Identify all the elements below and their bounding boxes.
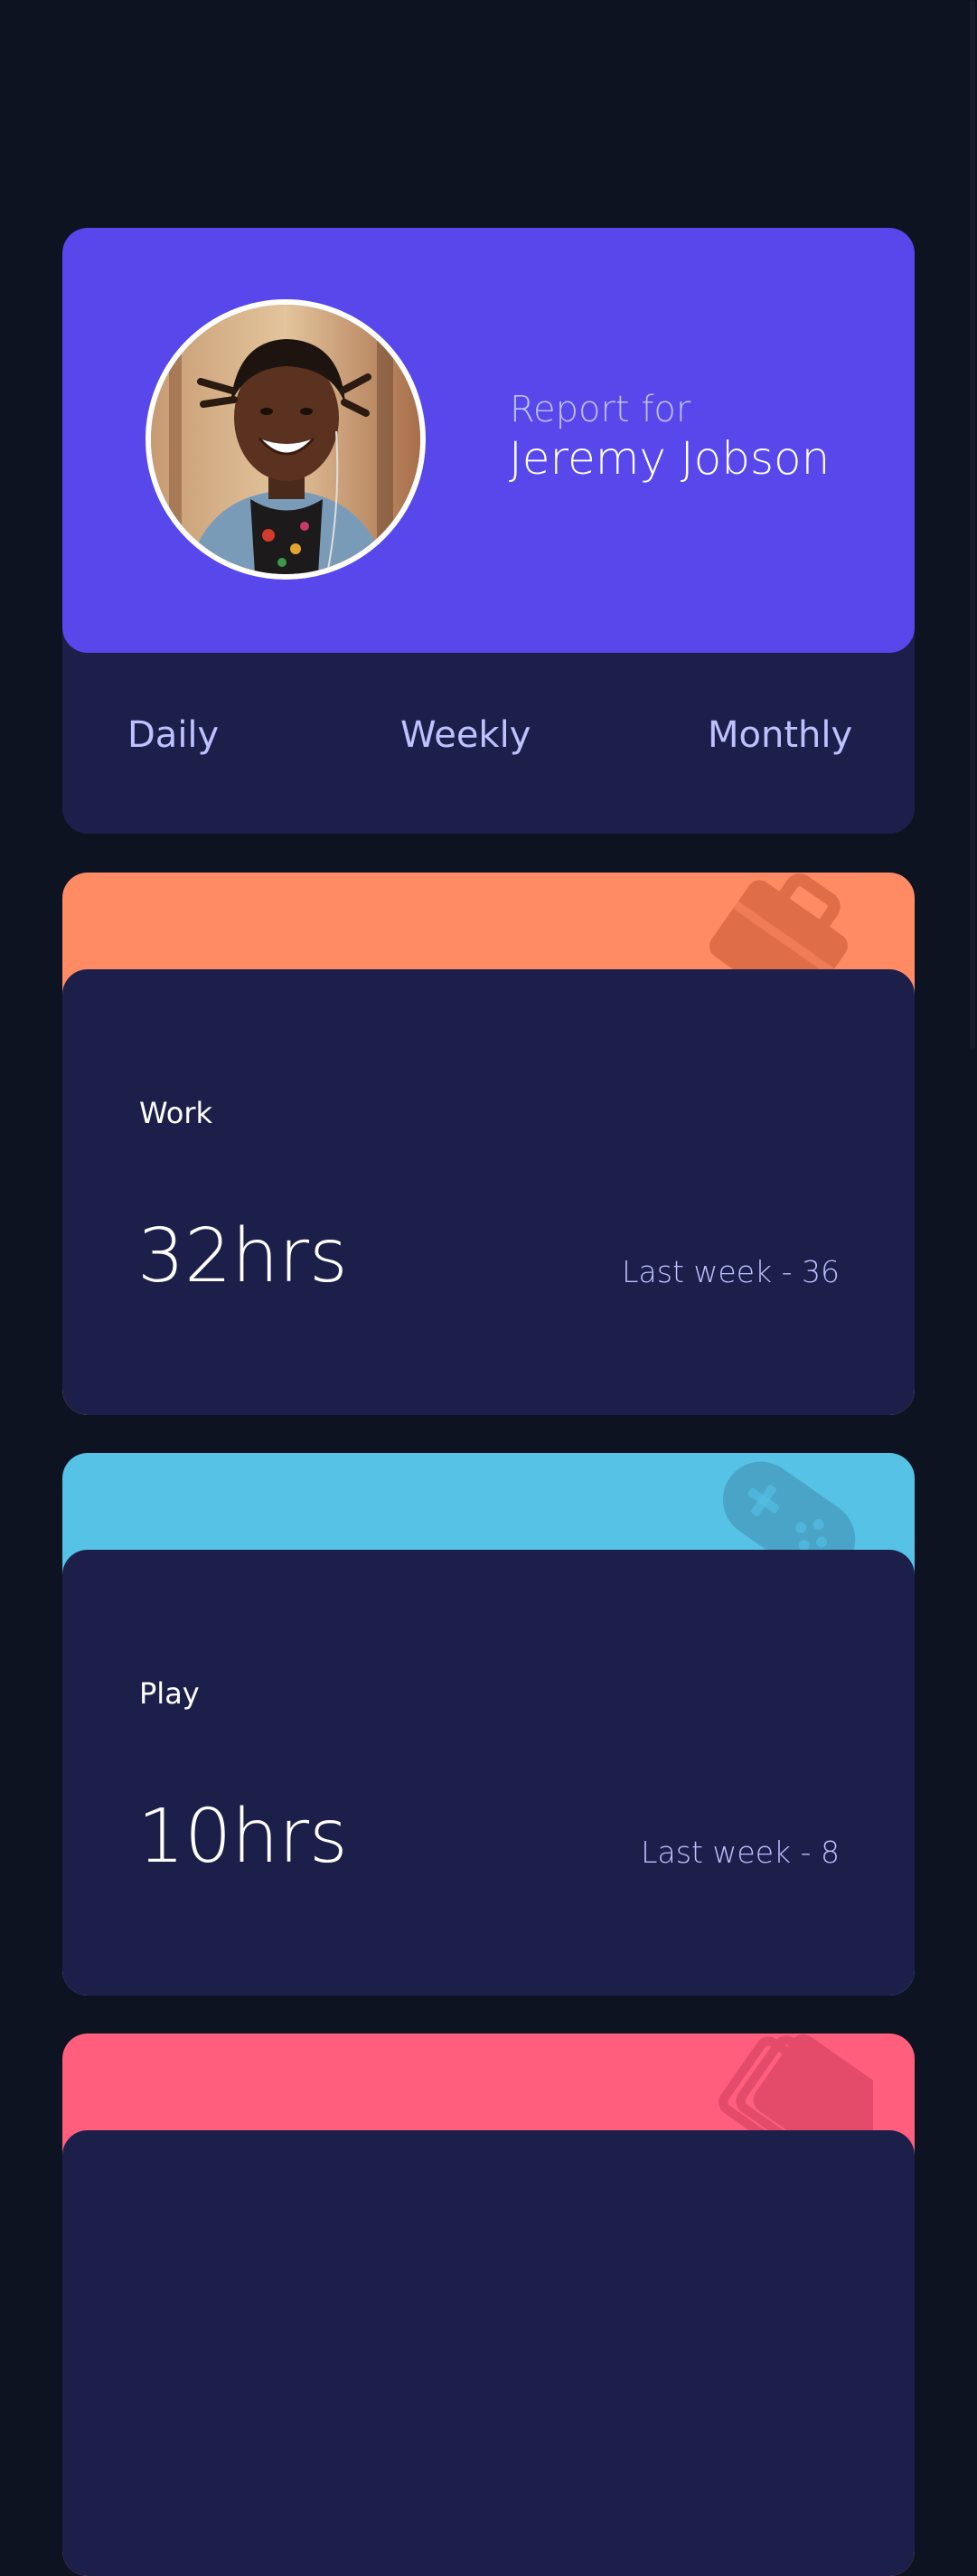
report-for-label: Report for [510, 389, 691, 430]
gamepad-icon [692, 1453, 873, 1578]
activity-title: Work [139, 1096, 213, 1130]
activity-title: Play [139, 1676, 200, 1711]
activity-hours: 10hrs [137, 1794, 348, 1880]
tab-daily[interactable]: Daily [127, 714, 219, 756]
work-card[interactable]: Work 32hrs Last week - 36 [62, 873, 915, 1415]
profile-header: Report for Jeremy Jobson [62, 228, 915, 653]
profile-card: Report for Jeremy Jobson Daily Weekly Mo… [62, 228, 915, 834]
activity-previous: Last week - 8 [641, 1835, 840, 1870]
activity-previous: Last week - 36 [622, 1254, 840, 1289]
tab-monthly[interactable]: Monthly [708, 714, 852, 756]
play-card[interactable]: Play 10hrs Last week - 8 [62, 1453, 915, 1996]
avatar-photo [151, 305, 420, 574]
books-icon [692, 2033, 891, 2168]
briefcase-icon [692, 873, 873, 1012]
avatar [146, 299, 426, 580]
activity-hours: 32hrs [137, 1213, 348, 1299]
scrollbar[interactable] [970, 0, 975, 1049]
work-card-body: Work 32hrs Last week - 36 [62, 969, 915, 1415]
study-card-body [62, 2130, 915, 2576]
study-card[interactable] [62, 2033, 915, 2576]
user-name: Jeremy Jobson [509, 432, 831, 485]
tab-weekly[interactable]: Weekly [400, 714, 531, 756]
play-card-body: Play 10hrs Last week - 8 [62, 1550, 915, 1996]
